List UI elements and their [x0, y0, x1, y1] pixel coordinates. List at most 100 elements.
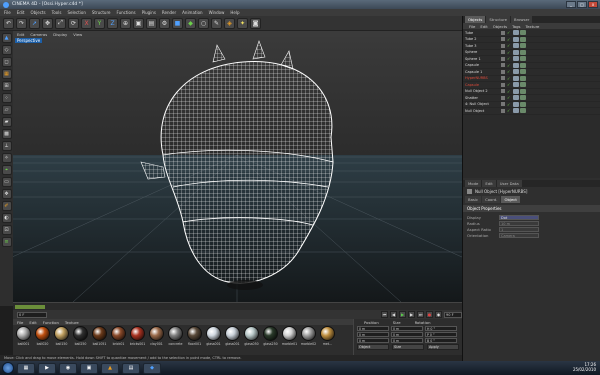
- phong-tag-icon[interactable]: [520, 62, 527, 68]
- tab-structure[interactable]: Structure: [486, 16, 511, 23]
- paint-icon[interactable]: ✐: [1, 201, 12, 211]
- system-tray-clock[interactable]: 17:26 25/02/2010: [573, 362, 596, 372]
- object-name[interactable]: Tube 3: [463, 44, 501, 48]
- material-swatch[interactable]: ball250: [72, 326, 89, 354]
- current-frame-field[interactable]: 0 F: [17, 311, 47, 318]
- tab-objects[interactable]: Objects: [465, 16, 486, 23]
- layer-dot-icon[interactable]: [501, 82, 505, 87]
- camera-icon[interactable]: ◙: [250, 17, 261, 29]
- material-swatch[interactable]: ball020: [34, 326, 51, 354]
- hypernurbs-icon[interactable]: ◆: [185, 17, 196, 29]
- end-frame-field[interactable]: 90 F: [444, 311, 462, 318]
- texture-tag-icon[interactable]: [513, 49, 520, 55]
- checker-icon[interactable]: ▩: [1, 129, 12, 139]
- folder-icon[interactable]: ▤: [122, 362, 140, 374]
- next-frame-icon[interactable]: ▶: [408, 311, 415, 318]
- cinema4d-task-icon[interactable]: ◆: [143, 362, 161, 374]
- timeline-ruler[interactable]: [13, 302, 462, 310]
- apply-button[interactable]: Apply: [427, 344, 459, 350]
- texture-tag-icon[interactable]: [513, 101, 520, 107]
- layer-dot-icon[interactable]: [501, 37, 505, 42]
- render-picture-icon[interactable]: ▤: [146, 17, 157, 29]
- texture-tag-icon[interactable]: [513, 56, 520, 62]
- explorer-icon[interactable]: ▦: [17, 362, 35, 374]
- obj-menu-tags[interactable]: Tags: [512, 24, 520, 29]
- object-name[interactable]: Sphere: [463, 50, 501, 54]
- rotation-b-field[interactable]: B 0 °: [425, 337, 457, 343]
- maximize-button[interactable]: □: [577, 1, 587, 8]
- object-name[interactable]: Tube: [463, 31, 501, 35]
- object-mode-icon[interactable]: ◻: [1, 57, 12, 67]
- phong-tag-icon[interactable]: [520, 56, 527, 62]
- obj-menu-file[interactable]: File: [469, 24, 475, 29]
- texture-tag-icon[interactable]: [513, 69, 520, 75]
- material-swatch[interactable]: marble02: [300, 326, 317, 354]
- object-name[interactable]: Sphere 1: [463, 57, 501, 61]
- menu-tools[interactable]: Tools: [52, 10, 62, 15]
- vlc-icon[interactable]: ▲: [101, 362, 119, 374]
- menu-render[interactable]: Render: [162, 10, 176, 15]
- viewport-menu-view[interactable]: View: [73, 32, 82, 37]
- layer-dot-icon[interactable]: [501, 63, 505, 68]
- start-button[interactable]: [2, 362, 14, 374]
- material-swatch[interactable]: floor001: [186, 326, 203, 354]
- phong-tag-icon[interactable]: [520, 75, 527, 81]
- prev-frame-icon[interactable]: ◀: [390, 311, 397, 318]
- material-swatch[interactable]: marble01: [281, 326, 298, 354]
- material-swatch[interactable]: ball001: [15, 326, 32, 354]
- axis-z-icon[interactable]: Z: [107, 17, 118, 29]
- enabled-check-icon[interactable]: ✓: [507, 37, 510, 42]
- radius-field[interactable]: 10 m: [499, 220, 539, 226]
- mat-menu-edit[interactable]: Edit: [29, 320, 36, 325]
- enabled-check-icon[interactable]: ✓: [507, 76, 510, 81]
- object-name[interactable]: Capsule 1: [463, 70, 501, 74]
- layer-dot-icon[interactable]: [501, 89, 505, 94]
- obj-menu-texture[interactable]: Texture: [525, 24, 539, 29]
- bodypaint-icon[interactable]: ◐: [1, 213, 12, 223]
- enabled-check-icon[interactable]: ✓: [507, 50, 510, 55]
- go-to-end-icon[interactable]: ⏭: [417, 311, 424, 318]
- material-swatch[interactable]: brick01: [110, 326, 127, 354]
- menu-file[interactable]: File: [4, 10, 11, 15]
- cube-icon[interactable]: ■: [172, 17, 183, 29]
- tweak-icon[interactable]: ✧: [1, 153, 12, 163]
- coord-mode-dropdown[interactable]: Object: [357, 344, 389, 350]
- texture-tag-icon[interactable]: [513, 30, 520, 36]
- object-name[interactable]: Null Object: [463, 109, 501, 113]
- object-name[interactable]: Capsule: [463, 83, 501, 87]
- viewport-menu-display[interactable]: Display: [53, 32, 67, 37]
- layer-dot-icon[interactable]: [501, 76, 505, 81]
- viewport-menu-cameras[interactable]: Cameras: [30, 32, 47, 37]
- attr-menu-edit[interactable]: Edit: [482, 180, 496, 187]
- material-swatch[interactable]: glass001: [224, 326, 241, 354]
- aspect-ratio-field[interactable]: 1: [499, 226, 539, 232]
- enabled-check-icon[interactable]: ✓: [507, 30, 510, 35]
- texture-tag-icon[interactable]: [513, 43, 520, 49]
- layer-dot-icon[interactable]: [501, 30, 505, 35]
- enable-axis-icon[interactable]: ⟂: [1, 141, 12, 151]
- attr-tab-basic[interactable]: Basic: [465, 196, 482, 203]
- object-name[interactable]: Tube 2: [463, 37, 501, 41]
- object-name[interactable]: Capsule: [463, 63, 501, 67]
- texture-tag-icon[interactable]: [513, 75, 520, 81]
- close-button[interactable]: x: [588, 1, 598, 8]
- pen-icon[interactable]: ✎: [211, 17, 222, 29]
- phong-tag-icon[interactable]: [520, 49, 527, 55]
- rotate-icon[interactable]: ⟳: [68, 17, 79, 29]
- edges-mode-icon[interactable]: ▱: [1, 105, 12, 115]
- menu-functions[interactable]: Functions: [116, 10, 135, 15]
- attr-tab-coord[interactable]: Coord.: [482, 196, 501, 203]
- layer-dot-icon[interactable]: [501, 50, 505, 55]
- obj-menu-objects[interactable]: Objects: [493, 24, 507, 29]
- keyframe-icon[interactable]: ◆: [435, 311, 442, 318]
- texture-tag-icon[interactable]: [513, 88, 520, 94]
- texture-tag-icon[interactable]: [513, 82, 520, 88]
- object-name[interactable]: Shatter: [463, 96, 501, 100]
- texture-tag-icon[interactable]: [513, 108, 520, 114]
- phong-tag-icon[interactable]: [520, 101, 527, 107]
- tab-browser[interactable]: Browser: [511, 16, 533, 23]
- size-y-field[interactable]: 0 m: [391, 331, 423, 337]
- texture-tag-icon[interactable]: [513, 36, 520, 42]
- points-mode-icon[interactable]: ⁘: [1, 93, 12, 103]
- menu-edit[interactable]: Edit: [17, 10, 25, 15]
